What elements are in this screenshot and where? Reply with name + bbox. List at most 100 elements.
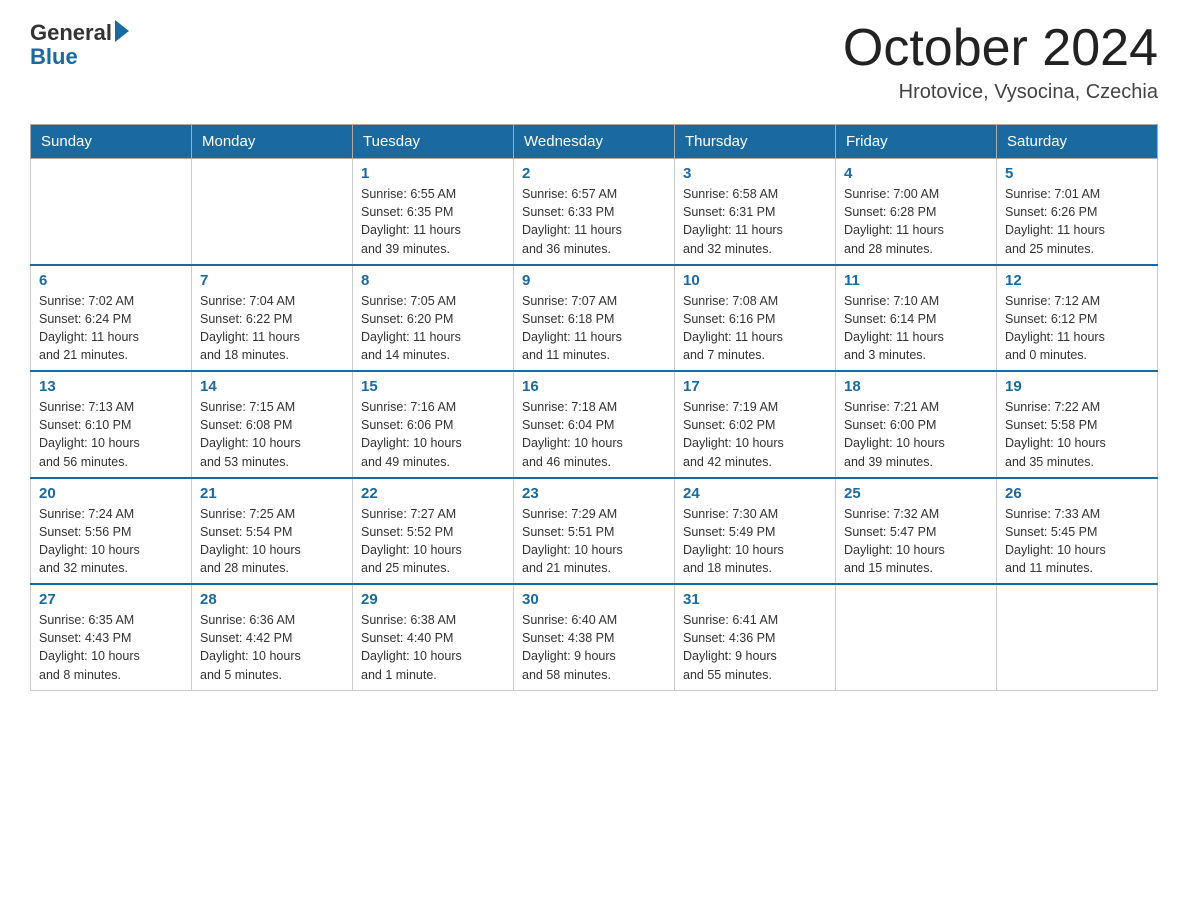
calendar-day-header: Friday: [836, 125, 997, 159]
day-number: 16: [522, 378, 666, 395]
location-text: Hrotovice, Vysocina, Czechia: [843, 81, 1158, 104]
day-info: Sunrise: 6:57 AMSunset: 6:33 PMDaylight:…: [522, 185, 666, 258]
day-number: 26: [1005, 485, 1149, 502]
calendar-cell: 27Sunrise: 6:35 AMSunset: 4:43 PMDayligh…: [31, 584, 192, 690]
calendar-day-header: Tuesday: [353, 125, 514, 159]
day-info: Sunrise: 7:27 AMSunset: 5:52 PMDaylight:…: [361, 505, 505, 578]
calendar-cell: 14Sunrise: 7:15 AMSunset: 6:08 PMDayligh…: [192, 371, 353, 478]
logo-blue-text: Blue: [30, 44, 129, 70]
title-block: October 2024 Hrotovice, Vysocina, Czechi…: [843, 20, 1158, 104]
calendar-cell: 15 Sunrise: 7:16 AMSunset: 6:06 PMDayligh…: [353, 371, 514, 478]
month-title: October 2024: [843, 20, 1158, 77]
calendar-cell: 19 Sunrise: 7:22 AMSunset: 5:58 PMDayligh…: [997, 371, 1158, 478]
calendar-cell: 8 Sunrise: 7:05 AMSunset: 6:20 PMDaylight…: [353, 265, 514, 372]
calendar-cell: 22 Sunrise: 7:27 AMSunset: 5:52 PMDayligh…: [353, 478, 514, 585]
day-info: Sunrise: 7:08 AMSunset: 6:16 PMDaylight:…: [683, 292, 827, 365]
day-number: 28: [200, 591, 344, 608]
day-info: Sunrise: 6:40 AMSunset: 4:38 PMDaylight:…: [522, 611, 666, 684]
calendar-week-row: 27Sunrise: 6:35 AMSunset: 4:43 PMDayligh…: [31, 584, 1158, 690]
day-number: 23: [522, 485, 666, 502]
logo-general-text: General: [30, 20, 112, 46]
day-number: 30: [522, 591, 666, 608]
day-number: 9: [522, 272, 666, 289]
day-info: Sunrise: 7:33 AMSunset: 5:45 PMDaylight:…: [1005, 505, 1149, 578]
calendar-week-row: 13 Sunrise: 7:13 AMSunset: 6:10 PMDayligh…: [31, 371, 1158, 478]
calendar-cell: 6 Sunrise: 7:02 AMSunset: 6:24 PMDaylight…: [31, 265, 192, 372]
calendar-cell: 7 Sunrise: 7:04 AMSunset: 6:22 PMDaylight…: [192, 265, 353, 372]
day-info: Sunrise: 7:19 AMSunset: 6:02 PMDaylight:…: [683, 398, 827, 471]
day-info: Sunrise: 7:15 AMSunset: 6:08 PMDaylight:…: [200, 398, 344, 471]
day-info: Sunrise: 6:38 AMSunset: 4:40 PMDaylight:…: [361, 611, 505, 684]
calendar-cell: 12 Sunrise: 7:12 AMSunset: 6:12 PMDayligh…: [997, 265, 1158, 372]
calendar-cell: 2 Sunrise: 6:57 AMSunset: 6:33 PMDaylight…: [514, 159, 675, 265]
day-number: 1: [361, 165, 505, 182]
day-number: 21: [200, 485, 344, 502]
day-info: Sunrise: 6:36 AMSunset: 4:42 PMDaylight:…: [200, 611, 344, 684]
calendar-cell: 26 Sunrise: 7:33 AMSunset: 5:45 PMDayligh…: [997, 478, 1158, 585]
calendar-day-header: Monday: [192, 125, 353, 159]
day-number: 20: [39, 485, 183, 502]
day-info: Sunrise: 7:05 AMSunset: 6:20 PMDaylight:…: [361, 292, 505, 365]
day-info: Sunrise: 7:22 AMSunset: 5:58 PMDaylight:…: [1005, 398, 1149, 471]
calendar-table: SundayMondayTuesdayWednesdayThursdayFrid…: [30, 124, 1158, 691]
day-number: 7: [200, 272, 344, 289]
calendar-cell: 1 Sunrise: 6:55 AMSunset: 6:35 PMDaylight…: [353, 159, 514, 265]
day-info: Sunrise: 6:55 AMSunset: 6:35 PMDaylight:…: [361, 185, 505, 258]
day-number: 13: [39, 378, 183, 395]
calendar-cell: 17 Sunrise: 7:19 AMSunset: 6:02 PMDayligh…: [675, 371, 836, 478]
day-number: 6: [39, 272, 183, 289]
calendar-cell: 16 Sunrise: 7:18 AMSunset: 6:04 PMDayligh…: [514, 371, 675, 478]
logo: General Blue: [30, 20, 129, 70]
calendar-cell: 10Sunrise: 7:08 AMSunset: 6:16 PMDayligh…: [675, 265, 836, 372]
calendar-header-row: SundayMondayTuesdayWednesdayThursdayFrid…: [31, 125, 1158, 159]
calendar-day-header: Thursday: [675, 125, 836, 159]
calendar-cell: [31, 159, 192, 265]
day-number: 24: [683, 485, 827, 502]
calendar-week-row: 6 Sunrise: 7:02 AMSunset: 6:24 PMDaylight…: [31, 265, 1158, 372]
day-number: 2: [522, 165, 666, 182]
day-info: Sunrise: 7:29 AMSunset: 5:51 PMDaylight:…: [522, 505, 666, 578]
calendar-cell: [836, 584, 997, 690]
day-number: 3: [683, 165, 827, 182]
day-number: 22: [361, 485, 505, 502]
day-number: 15: [361, 378, 505, 395]
calendar-cell: 11 Sunrise: 7:10 AMSunset: 6:14 PMDayligh…: [836, 265, 997, 372]
day-number: 27: [39, 591, 183, 608]
day-info: Sunrise: 7:02 AMSunset: 6:24 PMDaylight:…: [39, 292, 183, 365]
logo-arrow-icon: [115, 20, 129, 42]
day-number: 31: [683, 591, 827, 608]
day-info: Sunrise: 7:18 AMSunset: 6:04 PMDaylight:…: [522, 398, 666, 471]
day-info: Sunrise: 7:12 AMSunset: 6:12 PMDaylight:…: [1005, 292, 1149, 365]
day-number: 11: [844, 272, 988, 289]
calendar-cell: 5Sunrise: 7:01 AMSunset: 6:26 PMDaylight…: [997, 159, 1158, 265]
day-info: Sunrise: 7:01 AMSunset: 6:26 PMDaylight:…: [1005, 185, 1149, 258]
calendar-cell: [997, 584, 1158, 690]
calendar-week-row: 20 Sunrise: 7:24 AMSunset: 5:56 PMDayligh…: [31, 478, 1158, 585]
day-number: 8: [361, 272, 505, 289]
calendar-cell: 23 Sunrise: 7:29 AMSunset: 5:51 PMDayligh…: [514, 478, 675, 585]
day-number: 17: [683, 378, 827, 395]
calendar-week-row: 1 Sunrise: 6:55 AMSunset: 6:35 PMDaylight…: [31, 159, 1158, 265]
day-info: Sunrise: 7:30 AMSunset: 5:49 PMDaylight:…: [683, 505, 827, 578]
day-number: 12: [1005, 272, 1149, 289]
calendar-cell: 20 Sunrise: 7:24 AMSunset: 5:56 PMDayligh…: [31, 478, 192, 585]
day-info: Sunrise: 7:00 AMSunset: 6:28 PMDaylight:…: [844, 185, 988, 258]
calendar-cell: 28 Sunrise: 6:36 AMSunset: 4:42 PMDayligh…: [192, 584, 353, 690]
calendar-cell: 25Sunrise: 7:32 AMSunset: 5:47 PMDayligh…: [836, 478, 997, 585]
day-info: Sunrise: 7:16 AMSunset: 6:06 PMDaylight:…: [361, 398, 505, 471]
day-info: Sunrise: 7:32 AMSunset: 5:47 PMDaylight:…: [844, 505, 988, 578]
day-info: Sunrise: 7:04 AMSunset: 6:22 PMDaylight:…: [200, 292, 344, 365]
day-info: Sunrise: 7:25 AMSunset: 5:54 PMDaylight:…: [200, 505, 344, 578]
day-info: Sunrise: 7:07 AMSunset: 6:18 PMDaylight:…: [522, 292, 666, 365]
day-info: Sunrise: 7:24 AMSunset: 5:56 PMDaylight:…: [39, 505, 183, 578]
day-info: Sunrise: 7:13 AMSunset: 6:10 PMDaylight:…: [39, 398, 183, 471]
calendar-day-header: Wednesday: [514, 125, 675, 159]
calendar-cell: 13 Sunrise: 7:13 AMSunset: 6:10 PMDayligh…: [31, 371, 192, 478]
day-info: Sunrise: 6:58 AMSunset: 6:31 PMDaylight:…: [683, 185, 827, 258]
calendar-cell: 29Sunrise: 6:38 AMSunset: 4:40 PMDayligh…: [353, 584, 514, 690]
calendar-cell: 4Sunrise: 7:00 AMSunset: 6:28 PMDaylight…: [836, 159, 997, 265]
day-number: 19: [1005, 378, 1149, 395]
day-info: Sunrise: 7:21 AMSunset: 6:00 PMDaylight:…: [844, 398, 988, 471]
calendar-cell: 3 Sunrise: 6:58 AMSunset: 6:31 PMDaylight…: [675, 159, 836, 265]
day-info: Sunrise: 7:10 AMSunset: 6:14 PMDaylight:…: [844, 292, 988, 365]
